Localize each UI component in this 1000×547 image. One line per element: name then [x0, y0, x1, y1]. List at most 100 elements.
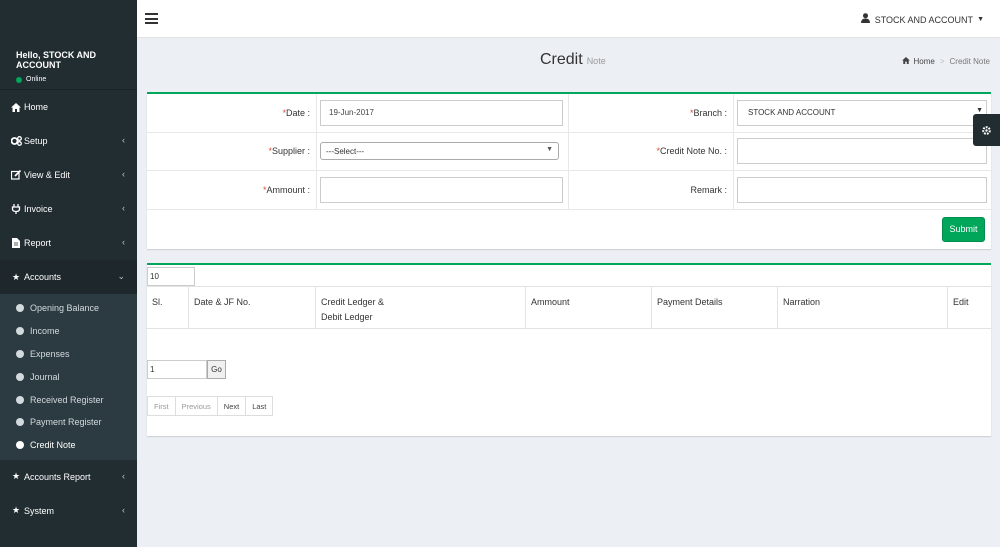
star-icon: ★	[11, 271, 21, 282]
supplier-label: * Supplier :	[147, 132, 317, 170]
column-header-amount: Ammount	[526, 287, 652, 328]
form-row-supplier-credit: * Supplier : ---Select--- ▼ * Credit Note N…	[147, 132, 991, 171]
credit-note-input[interactable]	[737, 138, 987, 165]
sidebar-subitem-journal[interactable]: Journal	[0, 365, 137, 388]
chevron-left-icon: ‹	[122, 504, 125, 515]
credit-note-table-box: 10 Sl. Date & JF No. Credit Ledger & Debi…	[147, 263, 991, 436]
branch-select-value: STOCK AND ACCOUNT	[748, 108, 836, 118]
circle-icon	[16, 441, 24, 450]
sidebar-subitem-label: Expenses	[30, 348, 70, 359]
credit-note-cell	[734, 133, 991, 171]
column-header-narration: Narration	[778, 287, 948, 328]
sidebar-item-view-edit[interactable]: View & Edit ‹	[0, 158, 137, 192]
supplier-select[interactable]: ---Select--- ▼	[320, 142, 559, 161]
online-dot-icon	[16, 76, 22, 83]
sidebar: Hello, STOCK AND ACCOUNT Online Home Set…	[0, 0, 137, 547]
sidebar-item-home[interactable]: Home	[0, 90, 137, 124]
form-row-date-branch: * Date : 19-Jun-2017 * Branch : STOCK AND …	[147, 94, 991, 133]
table-header: Sl. Date & JF No. Credit Ledger & Debit L…	[147, 286, 991, 329]
sidebar-item-label: System	[24, 505, 55, 516]
chevron-left-icon: ‹	[122, 169, 125, 179]
branch-cell: STOCK AND ACCOUNT ▼	[734, 94, 991, 132]
pagination: First Previous Next Last	[147, 396, 274, 416]
user-status: Online	[16, 76, 137, 83]
sidebar-subitem-label: Opening Balance	[30, 303, 100, 314]
chevron-down-icon: ⌄	[117, 271, 125, 281]
credit-note-form: * Date : 19-Jun-2017 * Branch : STOCK AND …	[147, 92, 991, 249]
pager-previous[interactable]: Previous	[176, 397, 218, 415]
column-header-payment: Payment Details	[652, 287, 778, 328]
branch-label-text: Branch :	[693, 107, 727, 118]
breadcrumb-home-link[interactable]: Home	[914, 57, 935, 66]
star-icon: ★	[11, 471, 21, 482]
supplier-select-value: ---Select---	[326, 146, 365, 156]
amount-label-text: Ammount :	[266, 184, 310, 195]
content-header: Credit Note Home > Credit Note	[137, 38, 1000, 88]
user-icon	[860, 13, 870, 26]
chevron-left-icon: ‹	[122, 237, 125, 247]
page-size-input[interactable]: 10	[147, 267, 195, 286]
supplier-cell: ---Select--- ▼	[317, 132, 569, 170]
supplier-label-text: Supplier :	[271, 146, 310, 157]
sidebar-subitem-income[interactable]: Income	[0, 320, 137, 343]
sidebar-subitem-received-register[interactable]: Received Register	[0, 388, 137, 411]
sidebar-item-setup[interactable]: Setup ‹	[0, 124, 137, 158]
submit-row: Submit	[147, 210, 991, 249]
goto-page-input[interactable]: 1	[147, 360, 207, 379]
hamburger-menu-icon[interactable]	[145, 13, 158, 24]
credit-note-label-text: Credit Note No. :	[659, 146, 727, 157]
pager-last[interactable]: Last	[246, 397, 272, 415]
submit-button[interactable]: Submit	[942, 216, 985, 242]
form-row-amount-remark: * Ammount : Remark :	[147, 171, 991, 210]
sidebar-item-label: Accounts	[24, 272, 62, 282]
user-menu-label: STOCK AND ACCOUNT	[874, 14, 974, 25]
sidebar-subitem-opening-balance[interactable]: Opening Balance	[0, 297, 137, 320]
home-icon	[901, 57, 910, 66]
sidebar-item-accounts-report[interactable]: ★ Accounts Report ‹	[0, 460, 137, 494]
gears-icon	[9, 136, 23, 146]
pager-first[interactable]: First	[148, 397, 176, 415]
branch-select[interactable]: STOCK AND ACCOUNT ▼	[737, 99, 987, 126]
circle-icon	[16, 418, 24, 427]
sidebar-subitem-credit-note[interactable]: Credit Note	[0, 434, 137, 457]
remark-label: Remark :	[569, 171, 734, 209]
pager-next[interactable]: Next	[218, 397, 247, 415]
user-menu[interactable]: STOCK AND ACCOUNT ▼	[860, 13, 984, 26]
sidebar-item-label: Setup	[24, 136, 48, 146]
sidebar-item-system[interactable]: ★ System ‹	[0, 494, 137, 528]
breadcrumb-separator: >	[939, 57, 945, 66]
page-title-text: Credit	[540, 51, 583, 68]
sidebar-item-report[interactable]: Report ‹	[0, 226, 137, 260]
remark-input[interactable]	[737, 176, 987, 203]
chevron-left-icon: ‹	[122, 203, 125, 213]
caret-down-icon: ▼	[976, 106, 983, 114]
column-header-sl: Sl.	[147, 287, 189, 328]
settings-gear-icon[interactable]	[973, 114, 1000, 146]
breadcrumb: Home > Credit Note	[901, 57, 990, 66]
column-header-ledger-line2: Debit Ledger	[321, 312, 373, 322]
circle-icon	[16, 304, 24, 313]
star-icon: ★	[11, 505, 21, 516]
sidebar-item-label: Accounts Report	[24, 471, 91, 482]
status-text: Online	[26, 76, 47, 83]
sidebar-subitem-payment-register[interactable]: Payment Register	[0, 411, 137, 434]
sidebar-subitem-expenses[interactable]: Expenses	[0, 343, 137, 366]
branch-label: * Branch :	[569, 94, 734, 132]
sidebar-menu-lower: ★ Accounts Report ‹ ★ System ‹	[0, 460, 137, 528]
amount-input[interactable]	[320, 176, 563, 203]
sidebar-subitem-label: Credit Note	[30, 440, 76, 451]
accounts-submenu: Opening Balance Income Expenses Journal …	[0, 294, 137, 460]
circle-icon	[16, 372, 24, 381]
sidebar-item-invoice[interactable]: Invoice ‹	[0, 192, 137, 226]
edit-icon	[9, 170, 23, 180]
sidebar-item-label: View & Edit	[24, 170, 70, 180]
date-cell: 19-Jun-2017	[317, 94, 569, 132]
go-button[interactable]: Go	[207, 360, 226, 379]
sidebar-item-accounts[interactable]: ★ Accounts ⌄	[0, 260, 137, 294]
sidebar-subitem-label: Journal	[30, 371, 60, 382]
date-input[interactable]: 19-Jun-2017	[320, 99, 563, 126]
user-greeting: Hello, STOCK AND ACCOUNT	[16, 50, 97, 70]
sidebar-subitem-label: Received Register	[30, 394, 104, 405]
page-title: Credit Note	[540, 51, 606, 69]
remark-label-text: Remark :	[690, 184, 727, 195]
